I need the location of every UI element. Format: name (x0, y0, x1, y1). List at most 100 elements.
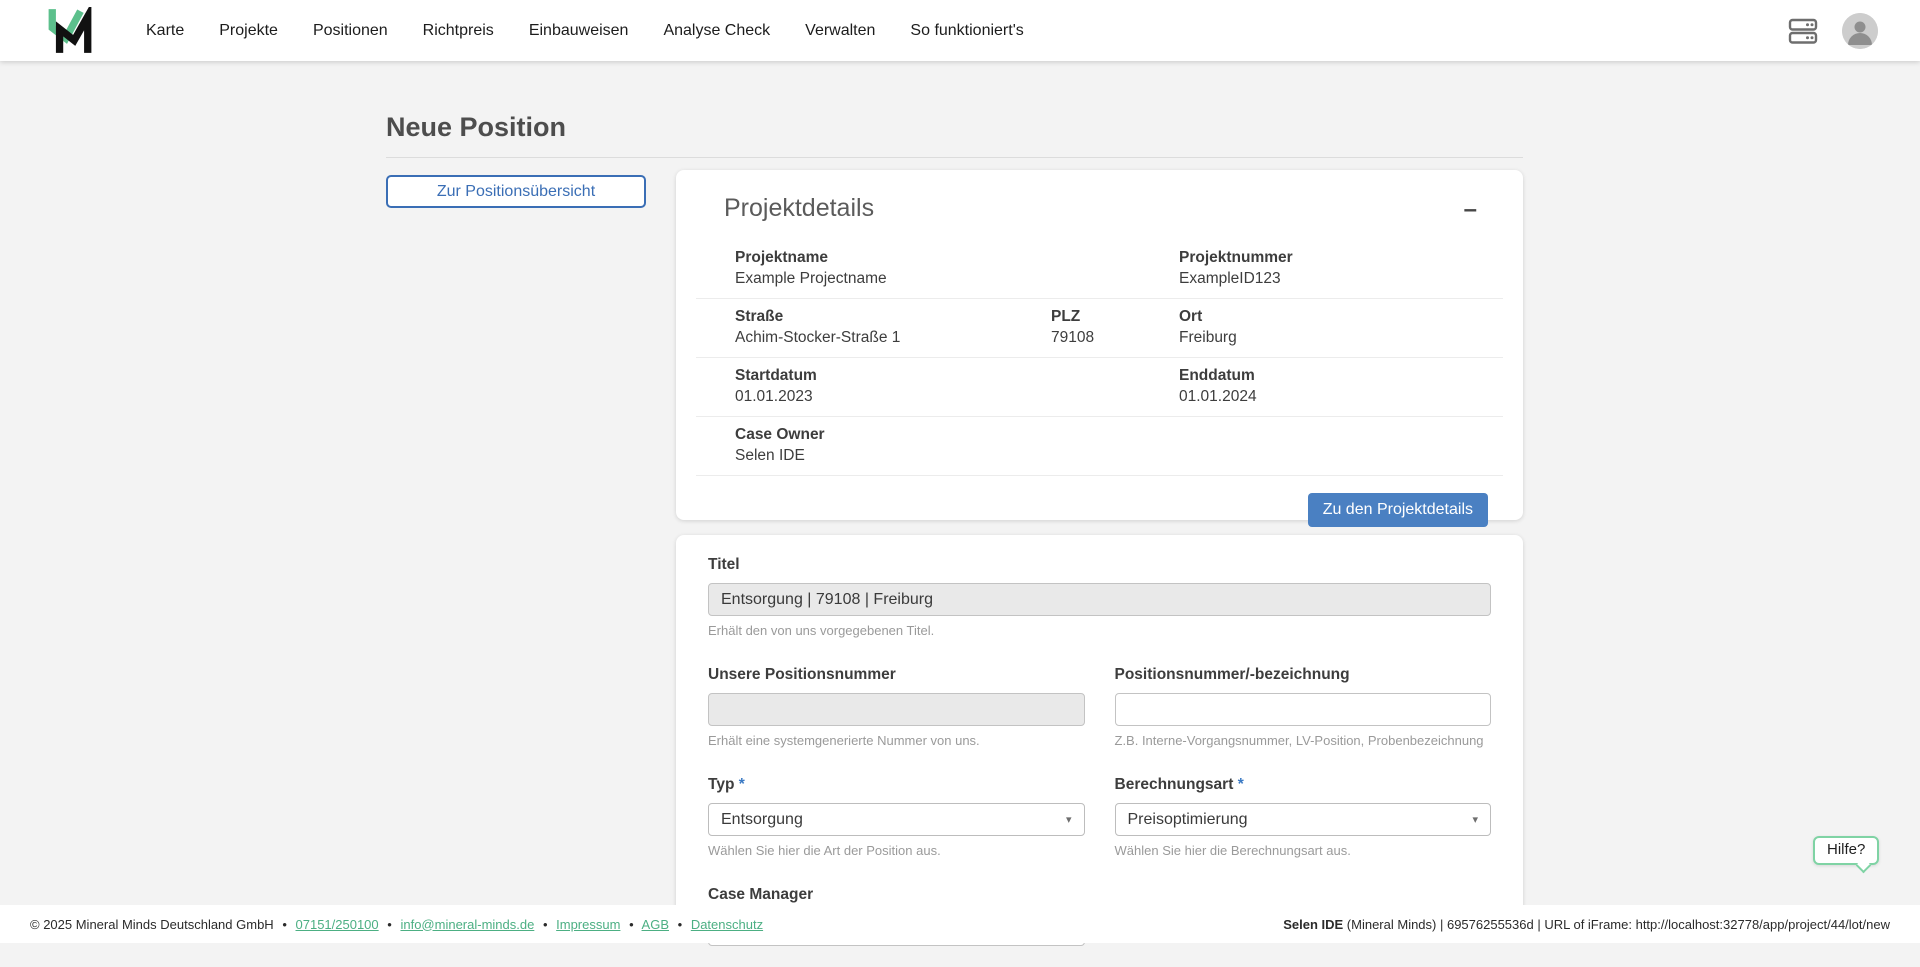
impressum-link[interactable]: Impressum (556, 917, 620, 932)
positionsnummer-input[interactable] (1115, 693, 1492, 726)
berechnungsart-label-text: Berechnungsart (1115, 776, 1234, 793)
footer: © 2025 Mineral Minds Deutschland GmbH • … (0, 905, 1920, 943)
footer-session-info: Selen IDE (Mineral Minds) | 69576255536d… (1283, 917, 1890, 932)
projektname-value: Example Projectname (735, 268, 1179, 289)
form-body: Titel Erhält den von uns vorgegebenen Ti… (676, 535, 1523, 967)
projektname-cell: Projektname Example Projectname (735, 247, 1179, 289)
berechnungsart-field-group: Berechnungsart * Preisoptimierung ▾ Wähl… (1115, 776, 1492, 858)
nav-item-karte[interactable]: Karte (146, 22, 184, 40)
startdatum-label: Startdatum (735, 365, 1179, 386)
projektnummer-cell: Projektnummer ExampleID123 (1179, 247, 1503, 289)
berechnungsart-required-mark: * (1238, 776, 1244, 793)
ort-label: Ort (1179, 306, 1503, 327)
nav-item-analyse-check[interactable]: Analyse Check (663, 22, 770, 40)
titel-field-group: Titel Erhält den von uns vorgegebenen Ti… (708, 556, 1491, 638)
case-owner-cell: Case Owner Selen IDE (735, 424, 1503, 466)
footer-separator: • (629, 917, 634, 932)
positionsnummer-field-group: Positionsnummer/-bezeichnung Z.B. Intern… (1115, 666, 1492, 748)
berechnungsart-helper: Wählen Sie hier die Berechnungsart aus. (1115, 843, 1492, 858)
project-details-table: Projektname Example Projectname Projektn… (696, 240, 1503, 476)
typ-field-group: Typ * Entsorgung ▾ Wählen Sie hier die A… (708, 776, 1085, 858)
case-owner-label: Case Owner (735, 424, 1503, 445)
chevron-down-icon: ▾ (1066, 813, 1072, 826)
berechnungsart-label: Berechnungsart * (1115, 776, 1492, 794)
go-to-project-details-button[interactable]: Zu den Projektdetails (1308, 493, 1488, 527)
footer-separator: • (678, 917, 683, 932)
typ-helper: Wählen Sie hier die Art der Position aus… (708, 843, 1085, 858)
enddatum-cell: Enddatum 01.01.2024 (1179, 365, 1503, 407)
session-user: Selen IDE (1283, 917, 1343, 932)
position-overview-button[interactable]: Zur Positionsübersicht (386, 175, 646, 208)
berechnungsart-select-value: Preisoptimierung (1128, 811, 1248, 829)
plz-label: PLZ (1051, 306, 1179, 327)
positionsnummer-helper: Z.B. Interne-Vorgangsnummer, LV-Position… (1115, 733, 1492, 748)
typ-select-value: Entsorgung (721, 811, 803, 829)
chevron-down-icon: ▾ (1472, 813, 1478, 826)
unsere-positionsnummer-input (708, 693, 1085, 726)
nav-item-einbauweisen[interactable]: Einbauweisen (529, 22, 629, 40)
unsere-positionsnummer-label: Unsere Positionsnummer (708, 666, 1085, 684)
typ-select[interactable]: Entsorgung ▾ (708, 803, 1085, 836)
ort-value: Freiburg (1179, 327, 1503, 348)
form-row-numbers: Unsere Positionsnummer Erhält eine syste… (708, 666, 1491, 748)
startdatum-cell: Startdatum 01.01.2023 (735, 365, 1179, 407)
typ-required-mark: * (739, 776, 745, 793)
unsere-positionsnummer-field-group: Unsere Positionsnummer Erhält eine syste… (708, 666, 1085, 748)
typ-label: Typ * (708, 776, 1085, 794)
page-title: Neue Position (386, 112, 1523, 143)
agb-link[interactable]: AGB (642, 917, 669, 932)
collapse-icon[interactable]: – (1464, 198, 1477, 222)
startdatum-value: 01.01.2023 (735, 386, 1179, 407)
typ-label-text: Typ (708, 776, 734, 793)
project-details-title: Projektdetails (724, 194, 874, 223)
title-divider (386, 157, 1523, 158)
project-details-card: Projektdetails – Projektname Example Pro… (676, 170, 1523, 520)
phone-link[interactable]: 07151/250100 (296, 917, 379, 932)
brand-logo-icon[interactable] (48, 7, 92, 55)
navbar-right (1788, 13, 1878, 49)
project-card-actions: Zu den Projektdetails (676, 476, 1523, 527)
projektnummer-label: Projektnummer (1179, 247, 1503, 268)
titel-input (708, 583, 1491, 616)
enddatum-label: Enddatum (1179, 365, 1503, 386)
datenschutz-link[interactable]: Datenschutz (691, 917, 763, 932)
table-row: Startdatum 01.01.2023 Enddatum 01.01.202… (696, 358, 1503, 417)
strasse-value: Achim-Stocker-Straße 1 (735, 327, 1051, 348)
table-row: Straße Achim-Stocker-Straße 1 PLZ 79108 … (696, 299, 1503, 358)
titel-label: Titel (708, 556, 1491, 574)
email-link[interactable]: info@mineral-minds.de (400, 917, 534, 932)
table-row: Case Owner Selen IDE (696, 417, 1503, 476)
page-header: Neue Position (386, 112, 1523, 158)
main-menu: Karte Projekte Positionen Richtpreis Ein… (146, 22, 1024, 40)
footer-separator: • (282, 917, 287, 932)
projektnummer-value: ExampleID123 (1179, 268, 1503, 289)
footer-left: © 2025 Mineral Minds Deutschland GmbH • … (30, 917, 763, 932)
user-avatar-icon[interactable] (1842, 13, 1878, 49)
help-bubble-tail (1856, 858, 1872, 874)
session-details: (Mineral Minds) | 69576255536d | URL of … (1343, 917, 1890, 932)
ort-cell: Ort Freiburg (1179, 306, 1503, 348)
footer-separator: • (387, 917, 392, 932)
case-owner-value: Selen IDE (735, 445, 1503, 466)
nav-item-so-funktionierts[interactable]: So funktioniert's (910, 22, 1023, 40)
nav-item-verwalten[interactable]: Verwalten (805, 22, 875, 40)
new-position-form-card: Titel Erhält den von uns vorgegebenen Ti… (676, 535, 1523, 935)
berechnungsart-select[interactable]: Preisoptimierung ▾ (1115, 803, 1492, 836)
top-navbar: Karte Projekte Positionen Richtpreis Ein… (0, 0, 1920, 61)
strasse-cell: Straße Achim-Stocker-Straße 1 (735, 306, 1051, 348)
positionsnummer-label: Positionsnummer/-bezeichnung (1115, 666, 1492, 684)
help-button-label: Hilfe? (1827, 841, 1865, 858)
nav-item-positionen[interactable]: Positionen (313, 22, 388, 40)
plz-value: 79108 (1051, 327, 1179, 348)
form-row-type: Typ * Entsorgung ▾ Wählen Sie hier die A… (708, 776, 1491, 858)
plz-cell: PLZ 79108 (1051, 306, 1179, 348)
footer-separator: • (543, 917, 548, 932)
help-button[interactable]: Hilfe? (1813, 836, 1879, 865)
nav-item-projekte[interactable]: Projekte (219, 22, 278, 40)
strasse-label: Straße (735, 306, 1051, 327)
server-icon[interactable] (1788, 16, 1818, 46)
case-manager-label: Case Manager (708, 886, 1085, 904)
titel-helper: Erhält den von uns vorgegebenen Titel. (708, 623, 1491, 638)
nav-item-richtpreis[interactable]: Richtpreis (423, 22, 494, 40)
unsere-positionsnummer-helper: Erhält eine systemgenerierte Nummer von … (708, 733, 1085, 748)
